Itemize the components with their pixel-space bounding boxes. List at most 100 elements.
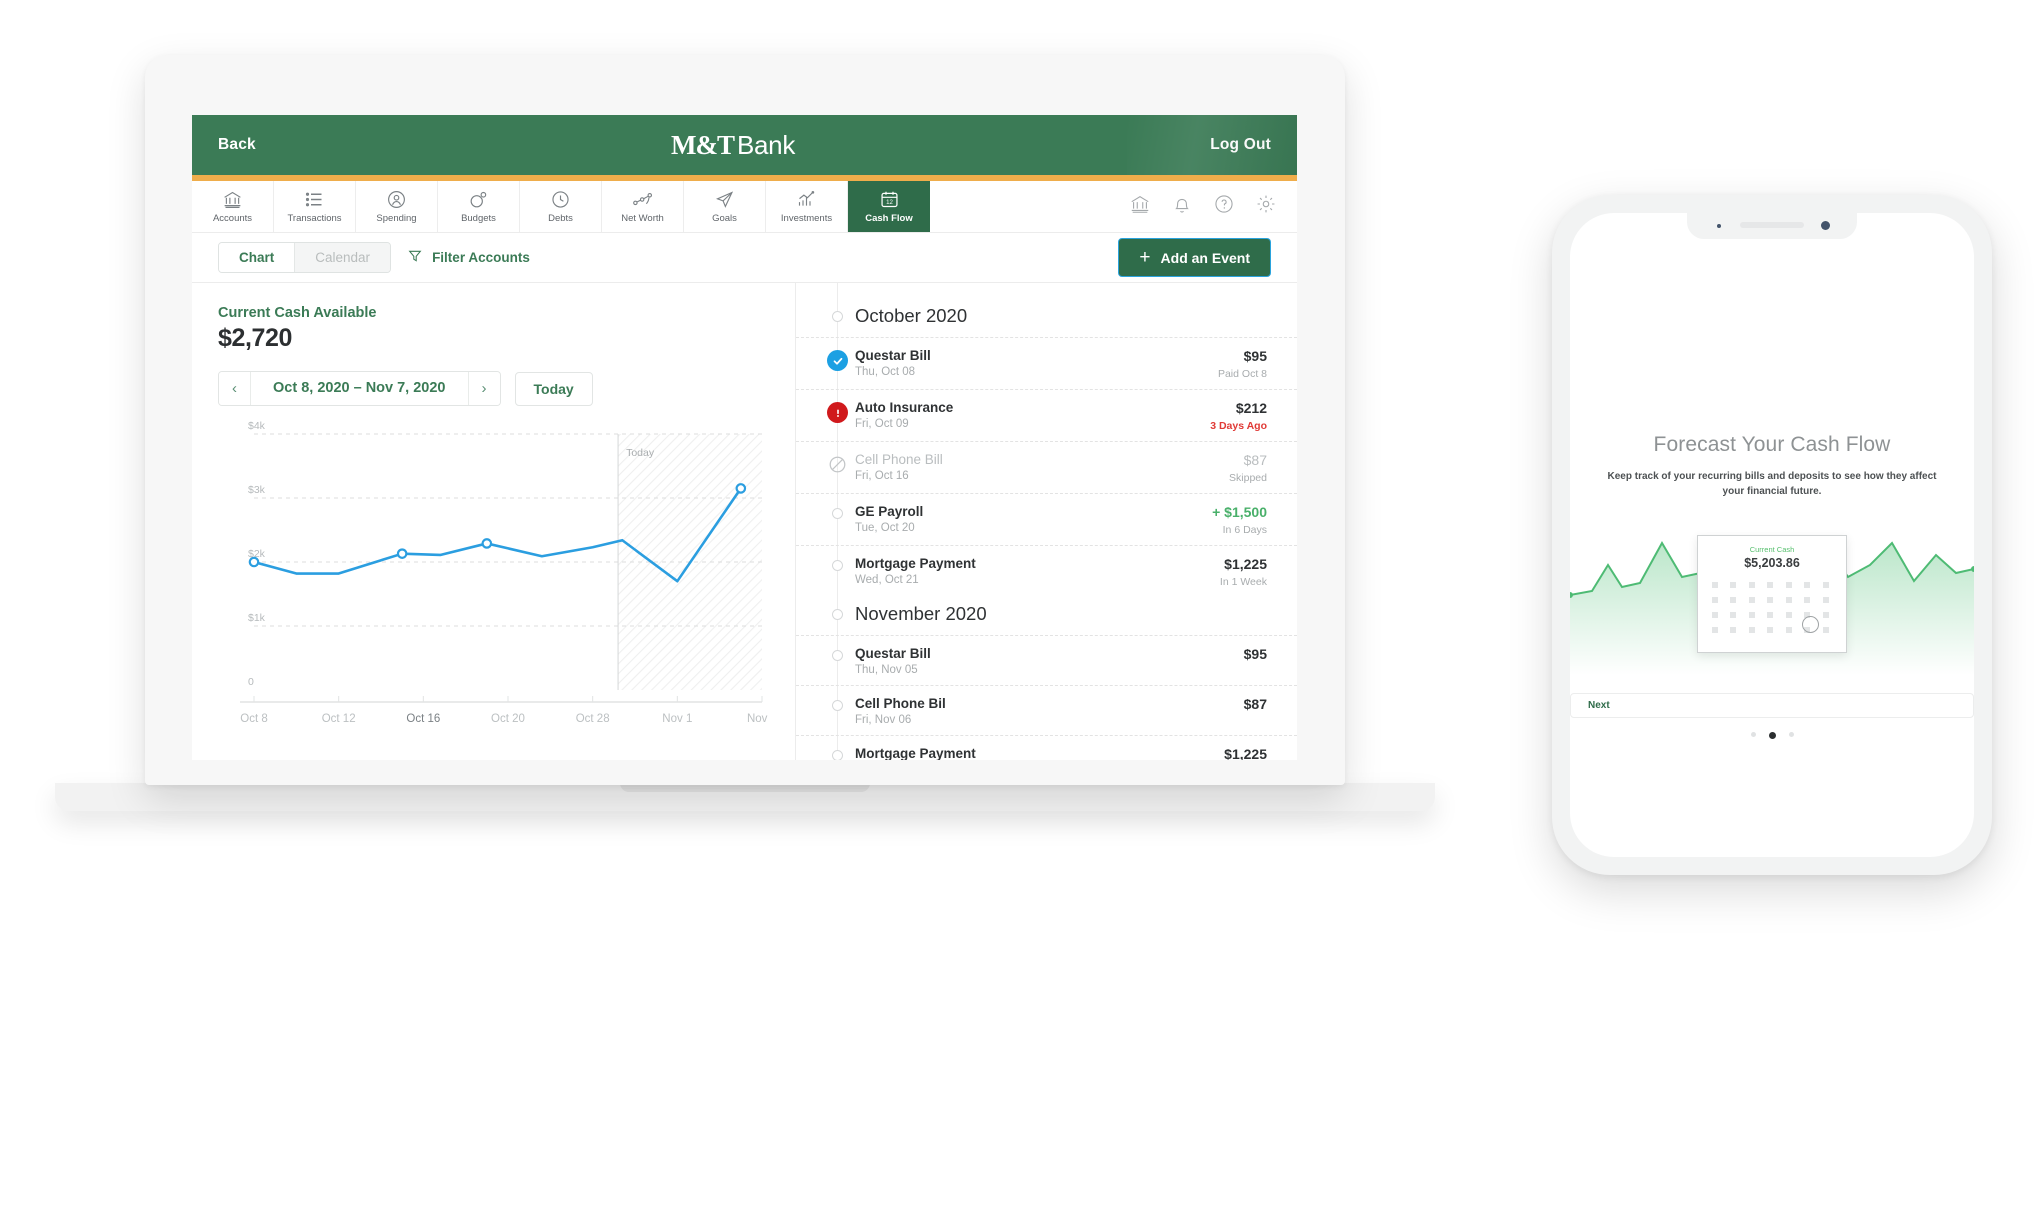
timeline-dot-icon [832,311,843,322]
nav-tab-cash-flow[interactable]: 12 Cash Flow [848,181,930,232]
nav-tab-goals[interactable]: Goals [684,181,766,232]
event-row[interactable]: Questar Bill Thu, Nov 05 $95 [796,635,1297,685]
nav-tab-net-worth[interactable]: Net Worth [602,181,684,232]
current-cash-label: Current Cash Available [218,305,377,321]
plus-icon: + [1139,247,1151,268]
calendar-view-button[interactable]: Calendar [294,243,391,272]
previous-period-button[interactable]: ‹ [219,372,250,405]
pagination-dot[interactable] [1788,732,1794,737]
brand-mt-text: M&T [671,129,735,160]
selected-day-ring-icon [1802,616,1819,633]
laptop-device: Back M&T Bank Log Out Accounts Transacti… [55,55,1435,815]
nav-tab-label: Transactions [287,213,342,224]
bank-icon [222,189,243,210]
bell-icon[interactable] [1171,193,1193,220]
help-icon[interactable] [1213,193,1235,220]
event-amount: $212 [1235,400,1267,416]
event-row[interactable]: Auto Insurance Fri, Oct 09 $212 3 Days Ago [796,389,1297,441]
add-an-event-button[interactable]: + Add an Event [1118,238,1271,277]
event-amount: $87 [1243,452,1267,468]
timeline-dot-icon [832,750,843,760]
event-name: Mortgage Payment [855,556,976,571]
nav-tab-transactions[interactable]: Transactions [274,181,356,232]
date-range-control: ‹ Oct 8, 2020 – Nov 7, 2020 › [218,371,501,406]
overdue-alert-icon [827,402,848,423]
events-pane[interactable]: October 2020 Questar Bill Thu, Oct 08 $95 Pa… [796,283,1297,760]
skipped-icon [827,454,848,475]
nav-tab-label: Net Worth [621,213,664,224]
nav-tab-accounts[interactable]: Accounts [192,181,274,232]
month-title: November 2020 [855,603,987,624]
budget-circles-icon [468,189,489,210]
view-mode-segmented-control: Chart Calendar [218,242,392,273]
person-circle-icon [386,189,407,210]
events-month-header: November 2020 [796,597,1297,635]
month-title: October 2020 [855,305,968,326]
filter-accounts-button[interactable]: Filter Accounts [407,248,530,267]
event-amount-block: $95 Paid Oct 8 [1218,348,1267,380]
nav-utility-icons [1129,181,1297,232]
event-row[interactable]: Cell Phone Bill Fri, Oct 16 $87 Skipped [796,441,1297,493]
event-date: Fri, Oct 16 [855,470,909,482]
nav-tab-label: Investments [780,213,833,224]
bank-icon[interactable] [1129,193,1151,220]
brand-bank-text: Bank [736,129,796,160]
calendar-icon: 12 [879,189,900,210]
filter-icon [407,248,423,267]
filter-accounts-label: Filter Accounts [432,250,530,265]
pagination-dot[interactable] [1750,732,1756,737]
back-button[interactable]: Back [218,136,256,154]
bar-growth-icon [796,189,817,210]
paper-plane-icon [714,189,735,210]
event-name: Cell Phone Bil [855,696,946,711]
nav-tab-spending[interactable]: Spending [356,181,438,232]
laptop-screen: Back M&T Bank Log Out Accounts Transacti… [192,115,1297,760]
nav-tab-debts[interactable]: Debts [520,181,602,232]
timeline-dot-icon [832,560,843,571]
events-list: October 2020 Questar Bill Thu, Oct 08 $95 Pa… [796,299,1297,760]
event-amount-block: $87 [1244,696,1267,716]
laptop-base [55,783,1435,811]
event-row[interactable]: Mortgage Payment Wed, Oct 21 $1,225 In 1 We… [796,545,1297,597]
current-cash-value: $2,720 [218,324,293,352]
event-amount: $87 [1243,696,1267,712]
phone-next-button[interactable]: Next [1570,693,1974,718]
event-date: Tue, Oct 20 [855,522,915,534]
cash-flow-chart[interactable]: $4k $3k $2k $1k 0 Today Oct 8 Oct 12 Oct 16 Oct 2… [218,420,777,740]
logout-button[interactable]: Log Out [1210,136,1271,154]
next-period-button[interactable]: › [468,372,500,405]
svg-text:Oct 28: Oct 28 [576,713,610,725]
event-date: Fri, Nov 06 [855,714,912,726]
event-status: In 1 Week [1219,576,1267,588]
svg-text:Nov 1: Nov 1 [662,713,692,725]
proximity-sensor-icon [1717,224,1721,228]
event-name: Questar Bill [855,348,931,363]
event-row[interactable]: Mortgage PaymentFri, Nov 13 $1,225 [796,735,1297,760]
phone-notch [1687,213,1857,239]
event-meta: Questar Bill Thu, Nov 05 [855,646,931,676]
svg-text:$3k: $3k [248,484,266,496]
event-amount: + $1,500 [1212,504,1267,520]
date-range-label[interactable]: Oct 8, 2020 – Nov 7, 2020 [250,372,469,405]
chart-view-button[interactable]: Chart [219,243,295,272]
today-button[interactable]: Today [514,371,593,406]
svg-text:$4k: $4k [248,420,266,432]
date-navigation: ‹ Oct 8, 2020 – Nov 7, 2020 › Today [218,371,769,406]
timeline-dot-icon [832,609,843,620]
nav-tab-investments[interactable]: Investments [766,181,848,232]
nav-tab-budgets[interactable]: Budgets [438,181,520,232]
event-status: 3 Days Ago [1210,420,1267,432]
event-amount-block: + $1,500 In 6 Days [1212,504,1267,536]
gear-icon[interactable] [1255,193,1277,220]
event-meta: Questar Bill Thu, Oct 08 [855,348,931,378]
event-row[interactable]: Cell Phone Bil Fri, Nov 06 $87 [796,685,1297,735]
svg-text:$1k: $1k [248,612,266,624]
timeline-dot-icon [832,508,843,519]
event-row[interactable]: GE Payroll Tue, Oct 20 + $1,500 In 6 Days [796,493,1297,545]
event-amount: $1,225 [1224,746,1267,760]
event-amount: $95 [1243,646,1267,662]
pagination-dot-active[interactable] [1768,732,1776,739]
svg-text:0: 0 [248,676,254,688]
event-row[interactable]: Questar Bill Thu, Oct 08 $95 Paid Oct 8 [796,337,1297,389]
